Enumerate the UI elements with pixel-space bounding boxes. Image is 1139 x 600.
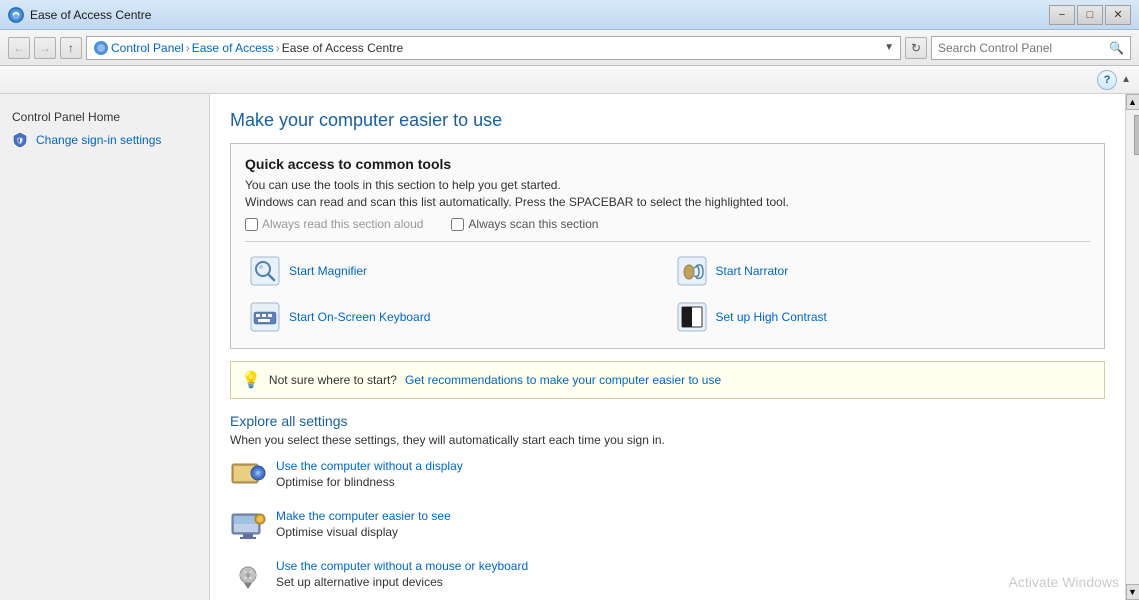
scan-label: Always scan this section [468, 217, 598, 231]
sep1: › [186, 41, 190, 55]
read-aloud-label: Always read this section aloud [262, 217, 423, 231]
keyboard-icon [249, 301, 281, 333]
narrator-label: Start Narrator [716, 264, 789, 278]
search-icon[interactable]: 🔍 [1109, 41, 1124, 55]
hint-icon: 💡 [241, 370, 261, 390]
addressbar: ← → ↑ Control Panel › Ease of Access › E… [0, 30, 1139, 66]
scroll-thumb[interactable] [1134, 115, 1139, 155]
setting-no-mouse: Use the computer without a mouse or keyb… [230, 559, 1105, 595]
search-box[interactable]: 🔍 [931, 36, 1131, 60]
no-mouse-icon [230, 559, 266, 595]
easier-see-sub: Optimise visual display [276, 525, 451, 539]
refresh-button[interactable]: ↻ [905, 37, 927, 59]
tools-grid: Start Magnifier Start Narrator [245, 241, 1090, 336]
quick-access-desc2: Windows can read and scan this list auto… [245, 195, 1090, 209]
setting-easier-to-see: Make the computer easier to see Optimise… [230, 509, 1105, 545]
easier-see-link[interactable]: Make the computer easier to see [276, 509, 451, 523]
breadcrumb-ease-of-access[interactable]: Ease of Access [192, 41, 274, 55]
hint-box: 💡 Not sure where to start? Get recommend… [230, 361, 1105, 399]
easier-see-icon [230, 509, 266, 545]
helpbar: ? ▲ [0, 66, 1139, 94]
no-display-icon [230, 459, 266, 495]
scan-checkbox[interactable] [451, 218, 464, 231]
titlebar-left: Ease of Access Centre [8, 7, 151, 23]
sidebar: Control Panel Home 🛡 Change sign-in sett… [0, 94, 210, 600]
shield-icon: 🛡 [12, 132, 28, 148]
svg-text:🛡: 🛡 [16, 137, 25, 145]
hint-link[interactable]: Get recommendations to make your compute… [405, 373, 721, 387]
breadcrumb: Control Panel › Ease of Access › Ease of… [93, 40, 403, 56]
titlebar: Ease of Access Centre − □ ✕ [0, 0, 1139, 30]
content-area: Make your computer easier to use Quick a… [210, 94, 1125, 600]
scroll-down[interactable]: ▼ [1126, 584, 1139, 600]
no-mouse-sub: Set up alternative input devices [276, 575, 528, 589]
keyboard-label: Start On-Screen Keyboard [289, 310, 430, 324]
sidebar-item-change-sign-in[interactable]: 🛡 Change sign-in settings [0, 128, 209, 152]
maximize-button[interactable]: □ [1077, 5, 1103, 25]
no-mouse-link[interactable]: Use the computer without a mouse or keyb… [276, 559, 528, 573]
tool-keyboard[interactable]: Start On-Screen Keyboard [245, 298, 664, 336]
search-input[interactable] [938, 41, 1105, 55]
tool-narrator[interactable]: Start Narrator [672, 252, 1091, 290]
easier-see-text: Make the computer easier to see Optimise… [276, 509, 451, 539]
magnifier-label: Start Magnifier [289, 264, 367, 278]
scrollbar[interactable]: ▲ ▼ [1125, 94, 1139, 600]
sep2: › [276, 41, 280, 55]
breadcrumb-icon [93, 40, 109, 56]
scroll-up-arrow[interactable]: ▲ [1121, 74, 1131, 85]
read-aloud-checkbox[interactable] [245, 218, 258, 231]
explore-title: Explore all settings [230, 413, 1105, 429]
scroll-up[interactable]: ▲ [1126, 94, 1139, 110]
contrast-label: Set up High Contrast [716, 310, 827, 324]
breadcrumb-current: Ease of Access Centre [282, 41, 403, 55]
address-dropdown-button[interactable]: ▼ [884, 42, 894, 53]
magnifier-icon [249, 255, 281, 287]
breadcrumb-control-panel[interactable]: Control Panel [111, 41, 184, 55]
tool-contrast[interactable]: Set up High Contrast [672, 298, 1091, 336]
explore-desc: When you select these settings, they wil… [230, 433, 1105, 447]
sidebar-change-sign-in-label: Change sign-in settings [36, 133, 161, 147]
quick-access-box: Quick access to common tools You can use… [230, 143, 1105, 349]
no-display-sub: Optimise for blindness [276, 475, 463, 489]
contrast-icon [676, 301, 708, 333]
hint-text: Not sure where to start? [269, 373, 397, 387]
checkbox-scan[interactable]: Always scan this section [451, 217, 598, 231]
minimize-button[interactable]: − [1049, 5, 1075, 25]
no-display-link[interactable]: Use the computer without a display [276, 459, 463, 473]
tool-magnifier[interactable]: Start Magnifier [245, 252, 664, 290]
checkbox-read-aloud[interactable]: Always read this section aloud [245, 217, 423, 231]
address-box[interactable]: Control Panel › Ease of Access › Ease of… [86, 36, 901, 60]
help-button[interactable]: ? [1097, 70, 1117, 90]
titlebar-controls: − □ ✕ [1049, 5, 1131, 25]
quick-access-title: Quick access to common tools [245, 156, 1090, 172]
checkbox-row: Always read this section aloud Always sc… [245, 217, 1090, 231]
page-title: Make your computer easier to use [230, 110, 1105, 131]
window-title: Ease of Access Centre [30, 8, 151, 22]
app-icon [8, 7, 24, 23]
narrator-icon [676, 255, 708, 287]
sidebar-item-control-panel-home[interactable]: Control Panel Home [0, 106, 209, 128]
back-button[interactable]: ← [8, 37, 30, 59]
no-display-text: Use the computer without a display Optim… [276, 459, 463, 489]
forward-button[interactable]: → [34, 37, 56, 59]
setting-no-display: Use the computer without a display Optim… [230, 459, 1105, 495]
close-button[interactable]: ✕ [1105, 5, 1131, 25]
no-mouse-text: Use the computer without a mouse or keyb… [276, 559, 528, 589]
main-layout: Control Panel Home 🛡 Change sign-in sett… [0, 94, 1139, 600]
up-button[interactable]: ↑ [60, 37, 82, 59]
activate-windows-watermark: Activate Windows [1009, 574, 1119, 590]
quick-access-desc1: You can use the tools in this section to… [245, 178, 1090, 192]
